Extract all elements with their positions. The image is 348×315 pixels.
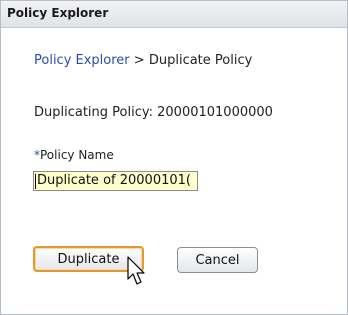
arrow-pointer-icon [127, 256, 145, 285]
title-bar: Policy Explorer [1, 1, 347, 28]
policy-name-label-text: Policy Name [40, 148, 114, 162]
policy-explorer-panel: Policy Explorer Policy Explorer > Duplic… [0, 0, 348, 315]
window-title: Policy Explorer [7, 6, 109, 20]
cancel-button[interactable]: Cancel [177, 247, 258, 273]
policy-name-input[interactable]: Duplicate of 20000101( [33, 171, 198, 191]
duplicating-value: 20000101000000 [157, 105, 273, 120]
text-caret [35, 174, 36, 189]
breadcrumb-link-policy-explorer[interactable]: Policy Explorer [34, 53, 130, 68]
breadcrumb-separator: > [133, 53, 145, 68]
duplicating-policy-text: Duplicating Policy: 20000101000000 [34, 105, 273, 120]
duplicating-label: Duplicating Policy: [34, 105, 153, 120]
breadcrumb: Policy Explorer > Duplicate Policy [34, 53, 252, 68]
breadcrumb-current: Duplicate Policy [148, 53, 253, 68]
policy-name-label: *Policy Name [34, 148, 114, 162]
